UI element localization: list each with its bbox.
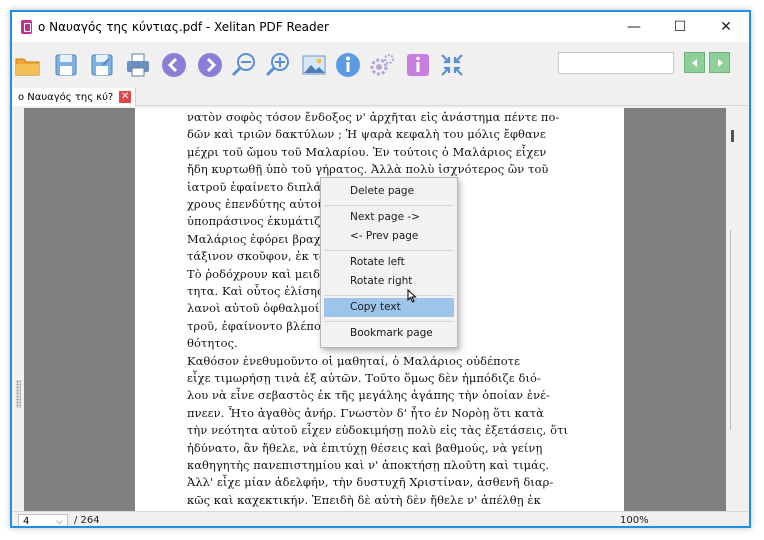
title-bar: ο Ναυαγός της κύντιας.pdf - Xelitan PDF …: [12, 12, 749, 42]
text-line: πνεεν. Ἦτο ἀγαθὸς ἀνήρ. Γνωστὸν δ' ἦτο ἐ…: [187, 405, 544, 420]
menu-item-next-page[interactable]: Next page ->: [324, 208, 454, 227]
next-page-icon[interactable]: [196, 51, 224, 79]
text-line: καθηγητὴς πανεπιστημίου καὶ ν' ἀποκτήσῃ …: [187, 458, 550, 472]
app-icon: [21, 20, 32, 34]
scroll-track: [730, 230, 731, 430]
settings-icon[interactable]: [368, 51, 396, 79]
current-page: 4: [23, 516, 30, 527]
text-line: εἶχε τιμωρήσῃ τινὰ ἐξ αὐτῶν. Τοῦτο ὅμως …: [187, 371, 541, 385]
menu-item-copy-text[interactable]: Copy text: [324, 298, 454, 317]
image-icon[interactable]: [300, 51, 328, 79]
app-window: ο Ναυαγός της κύντιας.pdf - Xelitan PDF …: [10, 10, 751, 528]
menu-separator: [325, 321, 453, 322]
text-line: κῶς καὶ καχεκτικήν. Ἐπειδὴ δὲ αὐτὴ δὲν ἤ…: [187, 492, 541, 507]
fit-page-icon[interactable]: [438, 51, 466, 79]
maximize-button[interactable]: ☐: [657, 12, 703, 42]
print-icon[interactable]: [124, 51, 152, 79]
info-icon[interactable]: [334, 51, 362, 79]
status-bar: 4 ⌵ / 264 100%: [12, 511, 749, 527]
page-number-select[interactable]: 4 ⌵: [18, 514, 68, 527]
tab-label: ο Ναυαγός της κύ?: [18, 91, 114, 103]
menu-item-prev-page[interactable]: <- Prev page: [324, 227, 454, 246]
menu-item-bookmark-page[interactable]: Bookmark page: [324, 324, 454, 343]
menu-item-delete-page[interactable]: Delete page: [324, 182, 454, 201]
context-menu: Delete page Next page -> <- Prev page Ro…: [320, 177, 458, 348]
tab-document[interactable]: ο Ναυαγός της κύ? ✕: [12, 88, 137, 106]
zoom-in-icon[interactable]: [264, 51, 292, 79]
save-as-icon[interactable]: [88, 51, 116, 79]
menu-separator: [325, 205, 453, 206]
text-line: τὴν νεότητα αὐτοῦ εἶχεν εὐδοκιμήσῃ πολὺ …: [187, 423, 569, 438]
text-info-icon[interactable]: [404, 51, 432, 79]
menu-item-rotate-left[interactable]: Rotate left: [324, 253, 454, 272]
close-button[interactable]: ✕: [703, 12, 749, 42]
window-controls: — ☐ ✕: [611, 12, 749, 42]
text-line: Ἀλλ' εἶχε μίαν ἀδελφήν, τὴν δυστυχῆ Χρισ…: [187, 475, 554, 490]
total-pages: / 264: [74, 515, 100, 526]
scroll-thumb[interactable]: [731, 130, 734, 142]
menu-separator: [325, 250, 453, 251]
text-line: ἤδη κυρτωθῇ ὑπὸ τοῦ γήρατος. Ἀλλὰ πολὺ ἰ…: [187, 162, 549, 177]
text-line: ἠδύνατο, ἂν ἤθελε, νὰ ἐπιτύχῃ θέσεις καὶ…: [187, 440, 543, 455]
window-title: ο Ναυαγός της κύντιας.pdf - Xelitan PDF …: [38, 20, 329, 34]
open-folder-icon[interactable]: [14, 51, 42, 79]
text-line: λου νὰ εἶνε σεβαστὸς ἐκ τῆς μεγάλης ἀγάπ…: [187, 388, 551, 403]
tab-close-icon[interactable]: ✕: [119, 91, 132, 103]
zoom-level: 100%: [620, 515, 649, 526]
menu-separator: [325, 295, 453, 296]
arrow-left-icon: [691, 58, 697, 67]
text-line: δῶν καὶ τριῶν δακτύλων ; Ἡ ψαρὰ κεφαλὴ τ…: [187, 127, 546, 142]
minimize-button[interactable]: —: [611, 12, 657, 42]
previous-page-icon[interactable]: [160, 51, 188, 79]
vertical-scrollbar[interactable]: [726, 108, 738, 511]
zoom-out-icon[interactable]: [230, 51, 258, 79]
menu-item-rotate-right[interactable]: Rotate right: [324, 272, 454, 291]
search-input[interactable]: [558, 52, 674, 74]
save-icon[interactable]: [52, 51, 80, 79]
text-line: μέχρι τοῦ ὤμου τοῦ Μαλαρίου. Ἐν τούτοις …: [187, 144, 547, 159]
splitter-grip[interactable]: [16, 380, 21, 408]
left-gutter: [12, 108, 24, 511]
chevron-down-icon: ⌵: [56, 517, 63, 527]
arrow-right-icon: [717, 58, 723, 67]
text-line: νατὸν σοφὸς τόσον ἔνδοξος ν' ἀρχῆται εἰς…: [187, 110, 560, 124]
text-line: θότητος.: [187, 336, 238, 351]
search-next-button[interactable]: [709, 52, 730, 73]
mouse-cursor-icon: [407, 289, 417, 303]
search-prev-button[interactable]: [684, 52, 705, 73]
text-line: Καθόσον ἐνεθυμοῦντο οἱ μαθηταί, ὁ Μαλάρι…: [187, 353, 521, 368]
tab-bar: ο Ναυαγός της κύ? ✕: [12, 88, 749, 106]
